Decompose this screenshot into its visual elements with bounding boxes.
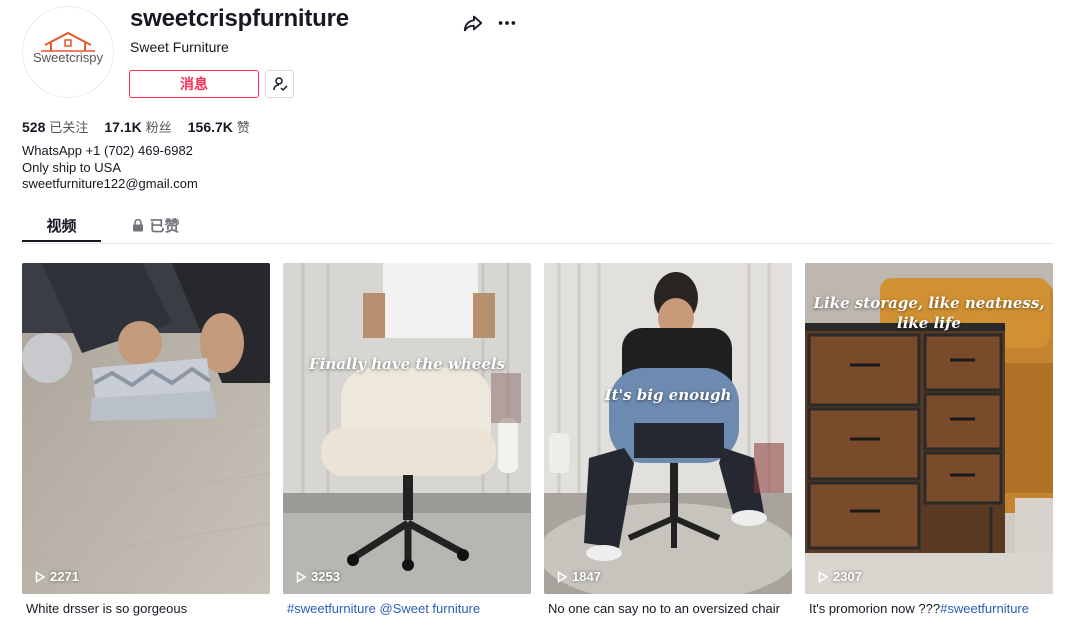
caption-hashtags[interactable]: #sweetfurniture <box>940 601 1029 616</box>
video-card[interactable]: Like storage, like neatness, like life 2… <box>805 263 1053 616</box>
video-thumbnail-image <box>283 263 531 594</box>
video-thumbnail[interactable]: It's big enough 1847 <box>544 263 792 594</box>
play-icon <box>35 570 46 583</box>
view-count: 2307 <box>817 569 862 584</box>
video-thumbnail-image <box>544 263 792 594</box>
play-icon <box>557 570 568 583</box>
video-overlay-text: It's big enough <box>604 386 732 404</box>
play-icon <box>296 570 307 583</box>
stat-followers[interactable]: 17.1K 粉丝 <box>104 117 171 136</box>
video-caption[interactable]: It's promorion now ???#sweetfurniture <box>809 601 1053 616</box>
bio-line: WhatsApp +1 (702) 469-6982 <box>22 143 193 158</box>
video-caption[interactable]: White drsser is so gorgeous <box>26 601 270 616</box>
follow-user-button[interactable] <box>265 70 294 98</box>
profile-tabs: 视频 已赞 <box>22 207 1054 244</box>
video-overlay-text: Like storage, like neatness, like life <box>813 294 1045 332</box>
video-thumbnail-image <box>22 263 270 594</box>
video-caption[interactable]: #sweetfurniture @Sweet furniture <box>287 601 531 616</box>
stat-likes: 156.7K 赞 <box>187 119 250 135</box>
stat-following[interactable]: 528 已关注 <box>22 117 88 136</box>
profile-stats: 528 已关注 17.1K 粉丝 156.7K 赞 <box>22 117 250 136</box>
message-button[interactable]: 消息 <box>129 70 259 98</box>
more-icon[interactable] <box>496 12 518 34</box>
profile-nickname: Sweet Furniture <box>130 39 229 55</box>
video-thumbnail[interactable]: Finally have the wheels 3253 <box>283 263 531 594</box>
profile-bio: WhatsApp +1 (702) 469-6982 Only ship to … <box>22 143 198 193</box>
bio-line: sweetfurniture122@gmail.com <box>22 176 198 191</box>
caption-hashtags[interactable]: #sweetfurniture @Sweet furniture <box>287 601 480 616</box>
view-count: 1847 <box>556 569 601 584</box>
view-count: 3253 <box>295 569 340 584</box>
profile-username: sweetcrispfurniture <box>130 5 349 32</box>
video-card[interactable]: Finally have the wheels 3253 #sweetfurni… <box>283 263 531 616</box>
avatar-logo-text: Sweetcrispy <box>32 50 104 65</box>
video-thumbnail[interactable]: 2271 <box>22 263 270 594</box>
video-caption[interactable]: No one can say no to an oversized chair <box>548 601 792 616</box>
video-card[interactable]: 2271 White drsser is so gorgeous <box>22 263 270 616</box>
tab-videos[interactable]: 视频 <box>22 207 101 243</box>
video-overlay-text: Finally have the wheels <box>308 355 506 373</box>
share-icon[interactable] <box>462 12 484 34</box>
avatar[interactable]: Sweetcrispy <box>22 6 114 98</box>
user-check-icon <box>272 77 288 92</box>
play-icon <box>818 570 829 583</box>
tab-liked[interactable]: 已赞 <box>126 207 186 243</box>
tab-active-underline <box>22 240 101 242</box>
video-thumbnail[interactable]: Like storage, like neatness, like life 2… <box>805 263 1053 594</box>
bio-line: Only ship to USA <box>22 159 121 175</box>
view-count: 2271 <box>34 569 79 584</box>
video-card[interactable]: It's big enough 1847 No one can say no t… <box>544 263 792 616</box>
lock-icon <box>133 218 144 231</box>
